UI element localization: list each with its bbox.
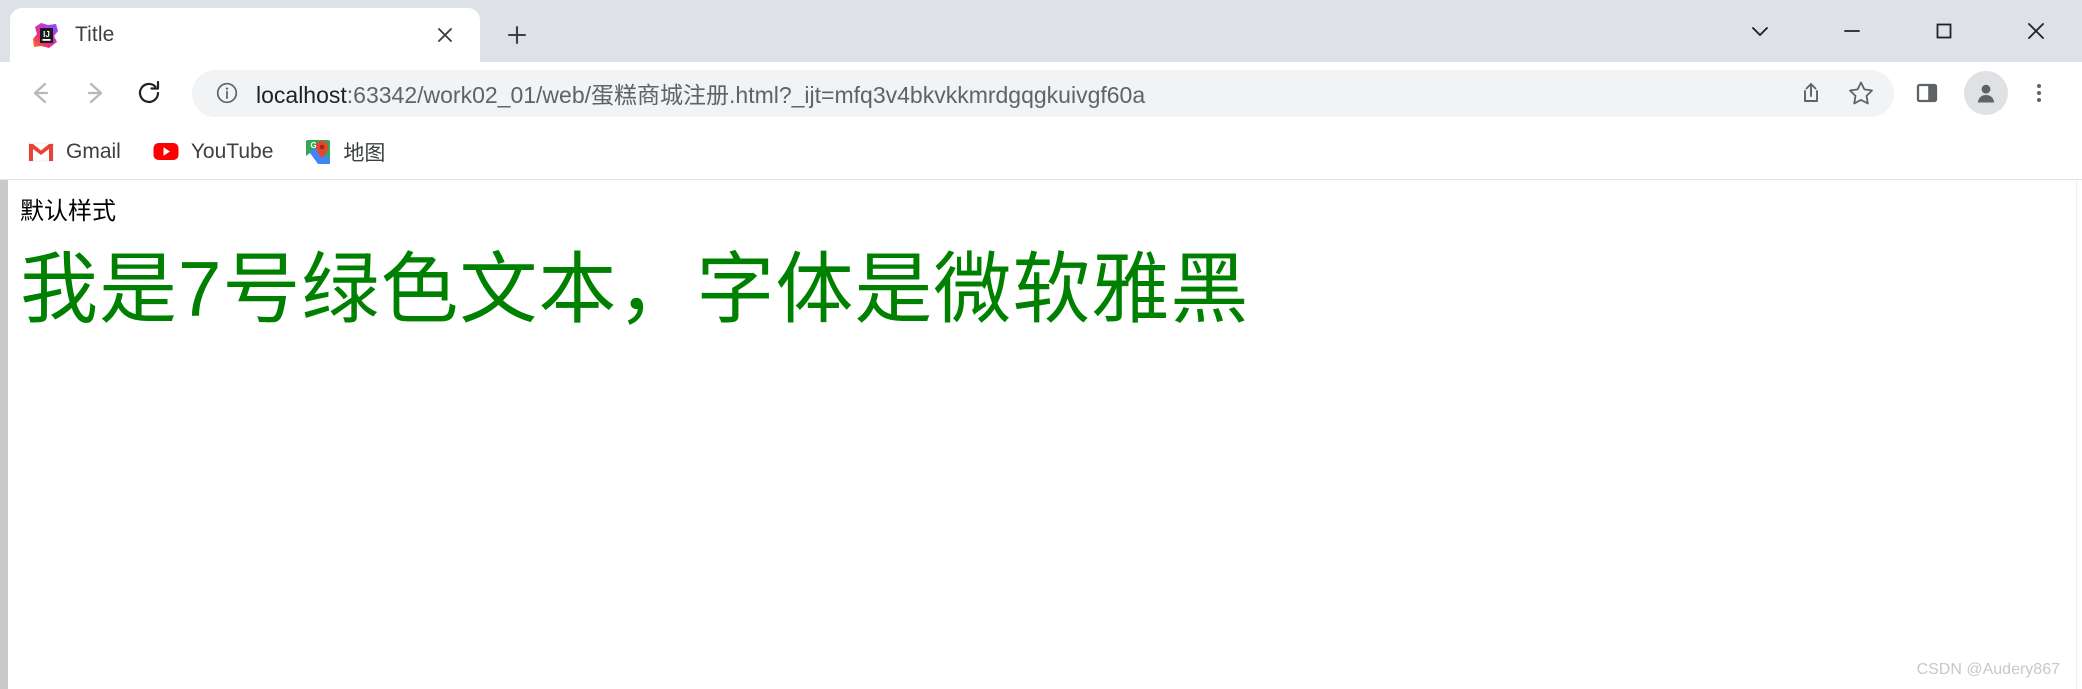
more-menu-icon[interactable] (2014, 68, 2064, 118)
page-content: 默认样式 我是7号绿色文本，字体是微软雅黑 CSDN @Audery867 (8, 180, 2082, 689)
avatar[interactable] (1964, 71, 2008, 115)
browser-window: IJ Title localhost:63342/work02_01/web/蛋… (0, 0, 2082, 689)
url-rest: :63342/work02_01/web/蛋糕商城注册.html?_ijt=mf… (346, 82, 1146, 108)
window-controls (1714, 0, 2082, 62)
browser-tab[interactable]: IJ Title (10, 8, 480, 62)
svg-text:G: G (311, 141, 317, 150)
gmail-icon (28, 139, 54, 165)
bookmark-label: 地图 (343, 141, 386, 165)
viewport-left-gutter (0, 180, 8, 689)
bookmark-youtube[interactable]: YouTube (141, 132, 286, 172)
close-window-button[interactable] (1990, 0, 2082, 62)
bookmark-gmail[interactable]: Gmail (16, 132, 133, 172)
bookmark-maps[interactable]: G 地图 (293, 132, 397, 172)
tab-strip: IJ Title (0, 0, 2082, 62)
intellij-idea-icon: IJ (32, 22, 59, 49)
url-host: localhost (256, 82, 347, 108)
url-text[interactable]: localhost:63342/work02_01/web/蛋糕商城注册.htm… (256, 76, 1786, 110)
bookmark-label: YouTube (190, 139, 274, 163)
tab-title: Title (75, 23, 115, 46)
bookmark-label: Gmail (66, 139, 121, 163)
maximize-button[interactable] (1898, 0, 1990, 62)
watermark: CSDN @Audery867 (1916, 661, 2060, 678)
minimize-button[interactable] (1806, 0, 1898, 62)
viewport-right-edge (2076, 180, 2082, 689)
browser-toolbar: localhost:63342/work02_01/web/蛋糕商城注册.htm… (0, 62, 2082, 124)
green-heading-text: 我是7号绿色文本，字体是微软雅黑 (20, 245, 1250, 334)
back-button[interactable] (14, 66, 68, 120)
omnibox-actions (1786, 68, 1886, 118)
close-icon[interactable] (428, 18, 462, 52)
tab-search-button[interactable] (1714, 0, 1806, 62)
page-viewport: 默认样式 我是7号绿色文本，字体是微软雅黑 CSDN @Audery867 (0, 180, 2082, 689)
address-bar[interactable]: localhost:63342/work02_01/web/蛋糕商城注册.htm… (192, 68, 1894, 118)
new-tab-button[interactable] (494, 12, 540, 58)
bookmarks-bar: Gmail YouTube G 地图 (0, 124, 2082, 180)
share-icon[interactable] (1786, 68, 1836, 118)
google-maps-icon: G (305, 139, 331, 165)
forward-button[interactable] (68, 66, 122, 120)
svg-text:IJ: IJ (43, 30, 50, 39)
star-icon[interactable] (1836, 68, 1886, 118)
default-style-label: 默认样式 (20, 198, 116, 225)
reload-button[interactable] (122, 66, 176, 120)
youtube-icon (153, 139, 179, 165)
side-panel-icon[interactable] (1902, 68, 1952, 118)
site-info-icon[interactable] (210, 76, 244, 110)
